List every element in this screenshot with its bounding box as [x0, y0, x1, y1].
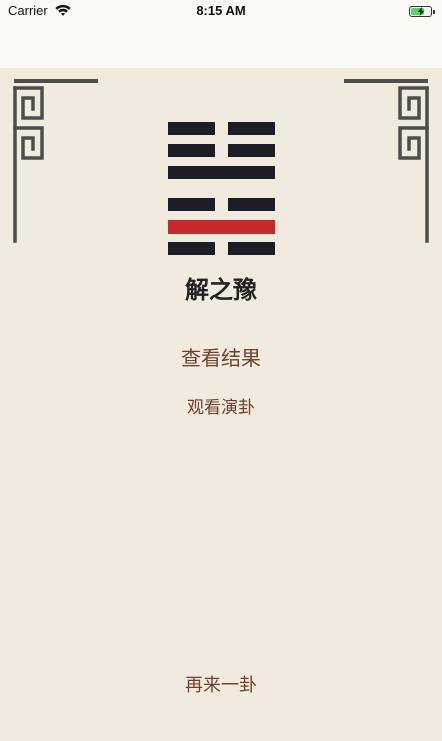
- hexagram: [168, 122, 275, 256]
- changing-hexagram-line: [168, 220, 275, 234]
- hexagram-line-segment-right: [228, 144, 275, 157]
- hexagram-line-segment-left: [168, 242, 215, 255]
- broken-hexagram-line: [168, 242, 275, 255]
- battery-icon: [409, 6, 436, 17]
- battery-cap: [433, 9, 435, 14]
- solid-hexagram-line: [168, 166, 275, 179]
- battery-body: [409, 6, 432, 17]
- hexagram-line-segment-full: [168, 166, 275, 179]
- clock-time: 8:15 AM: [196, 3, 246, 18]
- navigation-bar: [0, 22, 442, 68]
- watch-divination-button[interactable]: 观看演卦: [121, 395, 321, 421]
- hexagram-line-segment-right: [228, 242, 275, 255]
- top-area: Carrier 8:15 AM: [0, 0, 442, 68]
- divine-again-button[interactable]: 再来一卦: [121, 673, 321, 699]
- status-bar: Carrier 8:15 AM: [0, 0, 442, 22]
- hexagram-line-segment-left: [168, 122, 215, 135]
- broken-hexagram-line: [168, 122, 275, 135]
- hexagram-line-segment-left: [168, 144, 215, 157]
- hexagram-line-segment-right: [228, 198, 275, 211]
- view-result-button[interactable]: 查看结果: [121, 344, 321, 372]
- hexagram-line-segment-left: [168, 198, 215, 211]
- broken-hexagram-line: [168, 198, 275, 211]
- app-screen: Carrier 8:15 AM 解之豫 查看结果 观看演卦 再来一卦: [0, 0, 442, 741]
- broken-hexagram-line: [168, 144, 275, 157]
- hexagram-line-segment-right: [228, 122, 275, 135]
- hexagram-title: 解之豫: [185, 276, 257, 304]
- corner-ornament-right: [344, 79, 429, 243]
- lightning-bolt-icon: [417, 7, 425, 16]
- hexagram-line-segment-full: [168, 220, 275, 234]
- corner-ornament-left: [13, 79, 98, 243]
